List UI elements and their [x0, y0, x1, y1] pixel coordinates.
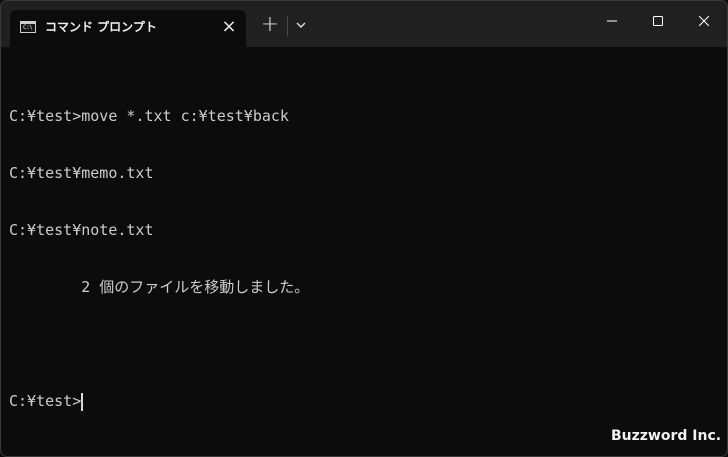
maximize-button[interactable]: [635, 1, 681, 41]
command-prompt-icon: C:\: [20, 21, 36, 33]
new-tab-button[interactable]: +: [258, 14, 282, 36]
close-icon: ×: [221, 16, 237, 37]
terminal-window: C:\ コマンド プロンプト × + C:¥test>move *.txt c:…: [0, 0, 728, 457]
terminal-line: C:¥test¥note.txt: [9, 221, 154, 239]
tab-icon-glyph: C:\: [23, 24, 33, 31]
new-tab-dropdown-button[interactable]: [292, 16, 310, 34]
close-window-button[interactable]: [681, 1, 727, 41]
tab-title: コマンド プロンプト: [45, 20, 157, 34]
minimize-icon: [607, 20, 617, 22]
watermark: Buzzword Inc.: [611, 428, 722, 444]
minimize-button[interactable]: [589, 1, 635, 41]
terminal-line: 2 個のファイルを移動しました。: [9, 278, 310, 296]
current-prompt-line[interactable]: C:¥test>: [9, 392, 717, 411]
title-bar[interactable]: C:\ コマンド プロンプト × +: [1, 1, 727, 47]
prompt-text: C:¥test>: [9, 392, 82, 410]
close-tab-button[interactable]: ×: [219, 17, 239, 37]
terminal-output[interactable]: C:¥test>move *.txt c:¥test¥back C:¥test¥…: [9, 69, 717, 456]
plus-icon: +: [260, 12, 280, 37]
terminal-line: C:¥test>move *.txt c:¥test¥back: [9, 107, 289, 125]
text-cursor: [81, 393, 84, 411]
tab-divider: [287, 16, 288, 36]
terminal-line: C:¥test¥memo.txt: [9, 164, 154, 182]
chevron-down-icon: [296, 22, 306, 28]
maximize-icon: [653, 16, 663, 26]
tab-command-prompt[interactable]: C:\ コマンド プロンプト ×: [10, 10, 246, 47]
close-icon: [699, 16, 709, 26]
